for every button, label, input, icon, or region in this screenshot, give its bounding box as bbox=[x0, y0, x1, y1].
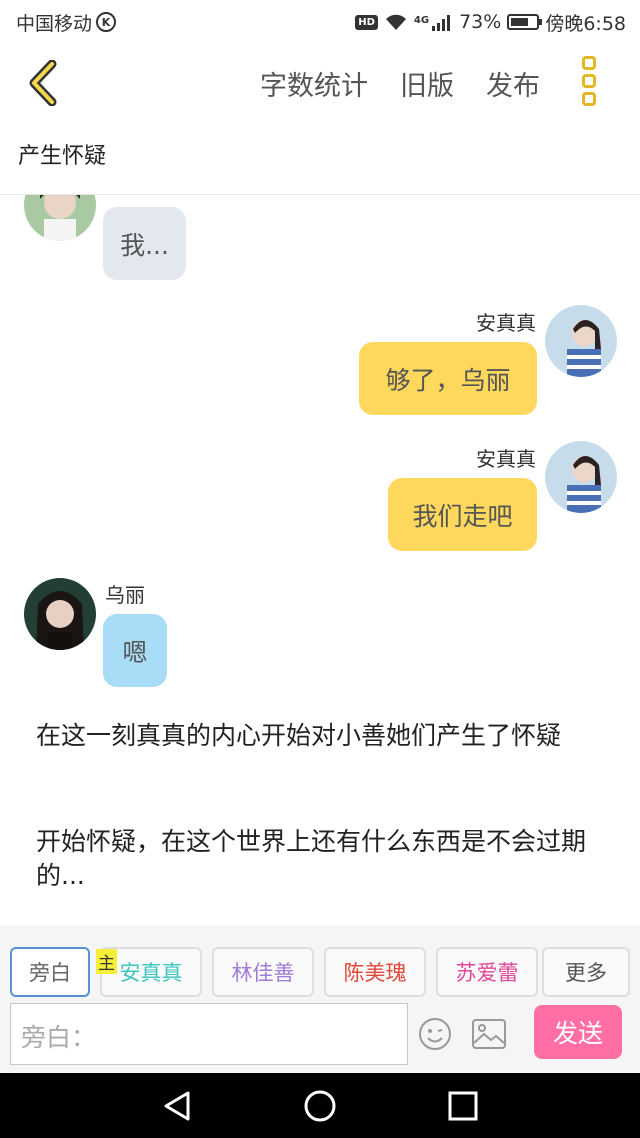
status-left: 中国移动 K bbox=[16, 9, 117, 36]
chat-area[interactable]: 我... 安真真 够了，乌丽 安真真 我们走吧 乌丽 嗯 在这一刻真真的内心开始… bbox=[0, 195, 640, 925]
sender-name: 安真真 bbox=[476, 447, 536, 471]
back-button[interactable] bbox=[18, 58, 68, 108]
old-version-button[interactable]: 旧版 bbox=[400, 64, 454, 103]
narration-text[interactable]: 开始怀疑，在这个世界上还有什么东西是不会过期的... bbox=[36, 825, 616, 893]
send-button[interactable]: 发送 bbox=[534, 1005, 622, 1059]
status-bar: 中国移动 K HD 4G 73% 傍晚6:58 bbox=[0, 0, 640, 44]
header-actions: 字数统计 旧版 发布 bbox=[260, 64, 540, 103]
more-dot-icon bbox=[582, 92, 596, 106]
chapter-title: 产生怀疑 bbox=[18, 144, 107, 169]
send-label: 发送 bbox=[552, 1019, 603, 1048]
character-label: 苏爱蕾 bbox=[455, 961, 519, 985]
more-dot-icon bbox=[582, 74, 596, 88]
more-menu-button[interactable] bbox=[578, 56, 600, 106]
message-input[interactable]: 旁白： bbox=[10, 1003, 408, 1065]
battery-percent: 73% bbox=[459, 11, 502, 33]
avatar-image bbox=[545, 305, 617, 377]
nav-recent-apps-icon[interactable] bbox=[446, 1089, 480, 1123]
character-button-lin-jiashan[interactable]: 林佳善 bbox=[212, 947, 314, 997]
avatar[interactable] bbox=[24, 195, 96, 241]
main-character-tag: 主 bbox=[96, 949, 117, 974]
more-characters-button[interactable]: 更多 bbox=[542, 947, 630, 997]
message-text: 够了，乌丽 bbox=[385, 365, 511, 395]
character-label: 旁白 bbox=[29, 961, 71, 985]
narration-text[interactable]: 在这一刻真真的内心开始对小善她们产生了怀疑 bbox=[36, 719, 616, 753]
publish-button[interactable]: 发布 bbox=[486, 64, 540, 103]
avatar-image bbox=[545, 441, 617, 513]
message-bubble[interactable]: 够了，乌丽 bbox=[359, 342, 537, 415]
battery-icon bbox=[507, 14, 543, 30]
message-text: 我们走吧 bbox=[412, 501, 513, 531]
character-label: 更多 bbox=[565, 961, 607, 985]
carrier-badge-icon: K bbox=[96, 12, 117, 32]
character-button-su-ailei[interactable]: 苏爱蕾 bbox=[436, 947, 538, 997]
nav-back-icon[interactable] bbox=[160, 1089, 194, 1123]
avatar[interactable] bbox=[545, 441, 617, 513]
image-icon[interactable] bbox=[472, 1019, 506, 1049]
status-right: HD 4G 73% 傍晚6:58 bbox=[355, 9, 626, 36]
carrier-name: 中国移动 bbox=[16, 12, 93, 35]
message-bubble[interactable]: 嗯 bbox=[103, 614, 167, 687]
avatar-image bbox=[24, 195, 96, 241]
character-button-chen-meigui[interactable]: 陈美瑰 bbox=[324, 947, 426, 997]
character-input-panel: 旁白 安真真 主 林佳善 陈美瑰 苏爱蕾 更多 旁白： 发送 bbox=[0, 925, 640, 1073]
message-bubble[interactable]: 我们走吧 bbox=[388, 478, 537, 551]
message-text: 我... bbox=[120, 230, 169, 260]
message-text: 嗯 bbox=[122, 637, 148, 667]
word-count-button[interactable]: 字数统计 bbox=[260, 64, 368, 103]
character-button-narrator[interactable]: 旁白 bbox=[10, 947, 90, 997]
avatar-image bbox=[24, 578, 96, 650]
nav-home-icon[interactable] bbox=[303, 1089, 337, 1123]
sender-name: 安真真 bbox=[476, 311, 536, 335]
character-label: 林佳善 bbox=[231, 961, 295, 985]
avatar[interactable] bbox=[24, 578, 96, 650]
system-nav-bar bbox=[0, 1073, 640, 1138]
header: 字数统计 旧版 发布 bbox=[0, 44, 640, 124]
clock: 傍晚6:58 bbox=[545, 12, 626, 35]
battery-fill bbox=[511, 18, 528, 26]
chevron-left-icon bbox=[29, 60, 57, 106]
wifi-icon bbox=[385, 14, 406, 30]
signal-icon bbox=[432, 15, 451, 31]
avatar[interactable] bbox=[545, 305, 617, 377]
character-label: 陈美瑰 bbox=[343, 961, 407, 985]
hd-icon: HD bbox=[355, 14, 378, 30]
message-bubble[interactable]: 我... bbox=[103, 207, 186, 280]
sender-name: 乌丽 bbox=[105, 583, 145, 607]
character-label: 安真真 bbox=[119, 961, 183, 985]
more-dot-icon bbox=[582, 56, 596, 70]
emoji-icon[interactable] bbox=[418, 1017, 452, 1051]
network-type: 4G bbox=[413, 14, 430, 26]
input-placeholder: 旁白： bbox=[21, 1023, 97, 1052]
